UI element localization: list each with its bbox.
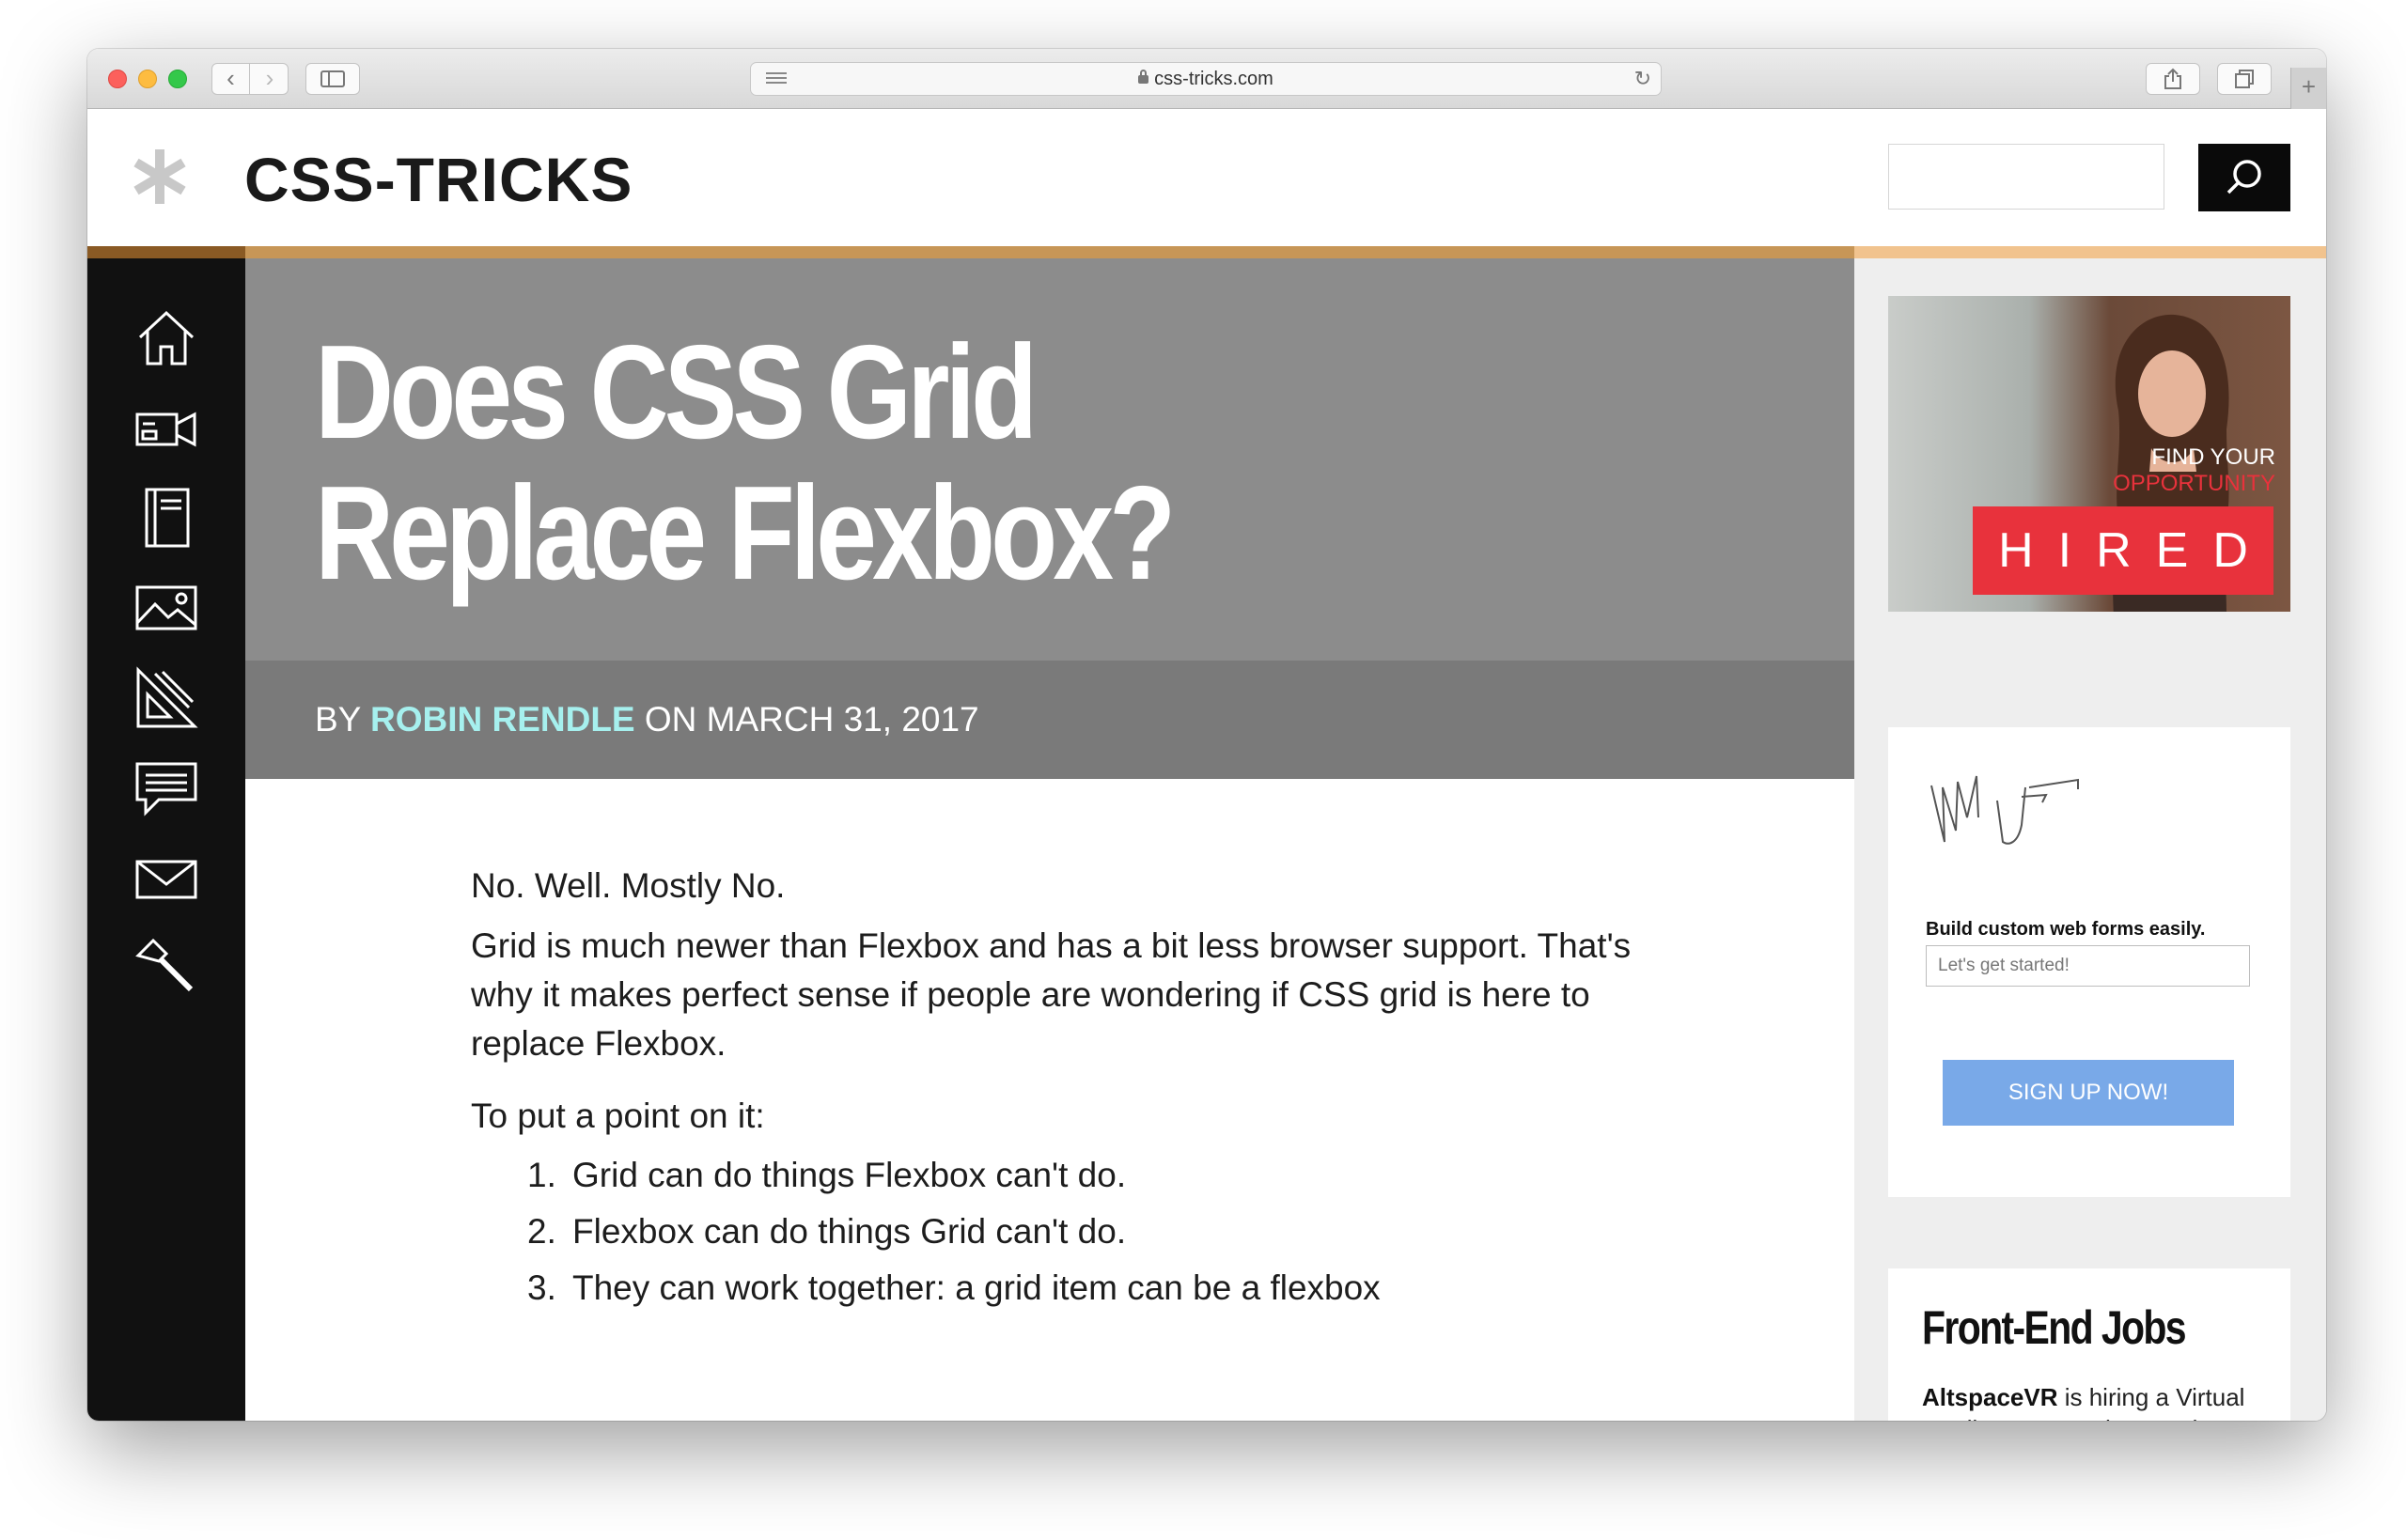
header-accent-bar [87,246,1854,258]
chevron-left-icon: ‹ [227,64,235,92]
article-title: Does CSS Grid Replace Flexbox? [315,322,1471,604]
forms-ad-title: Build custom web forms easily. [1926,919,2206,940]
sidebar-toggle-button[interactable] [305,63,360,95]
front-end-jobs-widget: Front-End Jobs AltspaceVR is hiring a Vi… [1888,1268,2290,1421]
sidebar-icon [320,70,345,87]
search-button[interactable] [2198,144,2290,211]
forms-ad-input[interactable]: Let's get started! [1926,945,2250,987]
article-title-line-2: Replace Flexbox? [315,459,1176,608]
back-button[interactable]: ‹ [212,64,250,94]
site-header: CSS-TRICKS [87,110,1854,246]
article-hero: Does CSS Grid Replace Flexbox? [245,258,1854,661]
sign-up-button[interactable]: SIGN UP NOW! [1943,1060,2234,1126]
job-company[interactable]: AltspaceVR [1922,1383,2058,1411]
home-icon[interactable] [134,305,198,369]
hammer-icon[interactable] [134,937,198,1001]
article-body: No. Well. Mostly No. Grid is much newer … [245,779,1854,1421]
header-accent-bar-dark [87,246,245,258]
hired-ad[interactable]: FIND YOUR OPPORTUNITY HIRED [1888,296,2290,612]
plus-icon: + [2301,72,2317,101]
asterisk-logo-icon[interactable] [131,148,189,206]
image-icon[interactable] [134,576,198,640]
search-input[interactable] [1888,144,2164,210]
list-item-number: 3. [527,1268,556,1307]
list-item: 1. Grid can do things Flexbox can't do. [471,1147,1693,1204]
new-tab-button[interactable]: + [2290,68,2326,109]
mail-icon[interactable] [134,847,198,910]
tabs-overview-button[interactable] [2217,63,2272,95]
list-item-text: Flexbox can do things Grid can't do. [572,1212,1127,1251]
paragraph-3: To put a point on it: [471,1097,765,1135]
search-icon [2226,160,2261,194]
sidebar-accent-bar [1854,246,2326,258]
video-camera-icon[interactable] [134,396,198,459]
forms-ad: Build custom web forms easily. Let's get… [1888,727,2290,1197]
list-item: 3. They can work together: a grid item ca… [471,1260,1693,1316]
byline-date: ON MARCH 31, 2017 [644,700,979,739]
search-area [1854,110,2326,246]
author-link[interactable]: ROBIN RENDLE [370,700,635,739]
browser-window: ‹ › css-tricks.com ↻ + CSS-TRICKS Does C… [87,49,2326,1421]
tabs-icon [2235,70,2254,88]
byline-text: BY ROBIN RENDLE ON MARCH 31, 2017 [315,698,979,741]
zoom-window-button[interactable] [168,70,187,88]
paragraph-1: No. Well. Mostly No. [471,866,786,905]
point-list: 1. Grid can do things Flexbox can't do. 2… [471,1147,1693,1316]
chevron-right-icon: › [265,64,274,92]
side-navigation [87,258,245,1421]
lock-icon [1138,70,1149,84]
wufoo-scribble-logo-icon [1930,775,2079,845]
list-item: 2. Flexbox can do things Grid can't do. [471,1204,1693,1260]
url-text: css-tricks.com [751,63,1661,95]
article-title-line-1: Does CSS Grid [315,318,1038,467]
list-item-text: They can work together: a grid item can … [572,1268,1381,1307]
hired-ad-tagline-line-2: OPPORTUNITY [2113,471,2275,496]
webpage: CSS-TRICKS Does CSS Grid Replace Flexbox… [87,110,2326,1421]
history-nav: ‹ › [211,63,289,95]
url-label: css-tricks.com [1154,69,1273,89]
list-item-number: 2. [527,1212,556,1251]
forward-button[interactable]: › [251,64,289,94]
minimize-window-button[interactable] [138,70,157,88]
job-listing[interactable]: AltspaceVR is hiring a Virtual Reality F… [1922,1381,2260,1421]
jobs-heading: Front-End Jobs [1922,1301,2187,1354]
hired-brand-text: HIRED [1998,523,2273,578]
site-logo-text[interactable]: CSS-TRICKS [244,144,633,215]
list-item-text: Grid can do things Flexbox can't do. [572,1156,1127,1194]
almanac-book-icon[interactable] [134,486,198,550]
list-item-number: 1. [527,1156,556,1194]
share-icon [2164,68,2181,89]
hired-ad-tagline-line-1: FIND YOUR [2151,444,2275,470]
address-bar[interactable]: css-tricks.com ↻ [750,62,1662,96]
drafting-tools-icon[interactable] [134,666,198,730]
byline-prefix: BY [315,700,361,739]
reload-icon[interactable]: ↻ [1634,67,1651,91]
hired-ad-tagline: FIND YOUR OPPORTUNITY [2113,444,2275,497]
hired-logo: HIRED [1973,506,2273,595]
share-button[interactable] [2146,63,2200,95]
right-sidebar: FIND YOUR OPPORTUNITY HIRED Build custom… [1854,110,2326,1421]
article-byline: BY ROBIN RENDLE ON MARCH 31, 2017 [245,661,1854,779]
paragraph-2: Grid is much newer than Flexbox and has … [471,926,1632,1063]
browser-toolbar: ‹ › css-tricks.com ↻ + [87,49,2326,109]
forums-chat-icon[interactable] [134,756,198,820]
close-window-button[interactable] [108,70,127,88]
